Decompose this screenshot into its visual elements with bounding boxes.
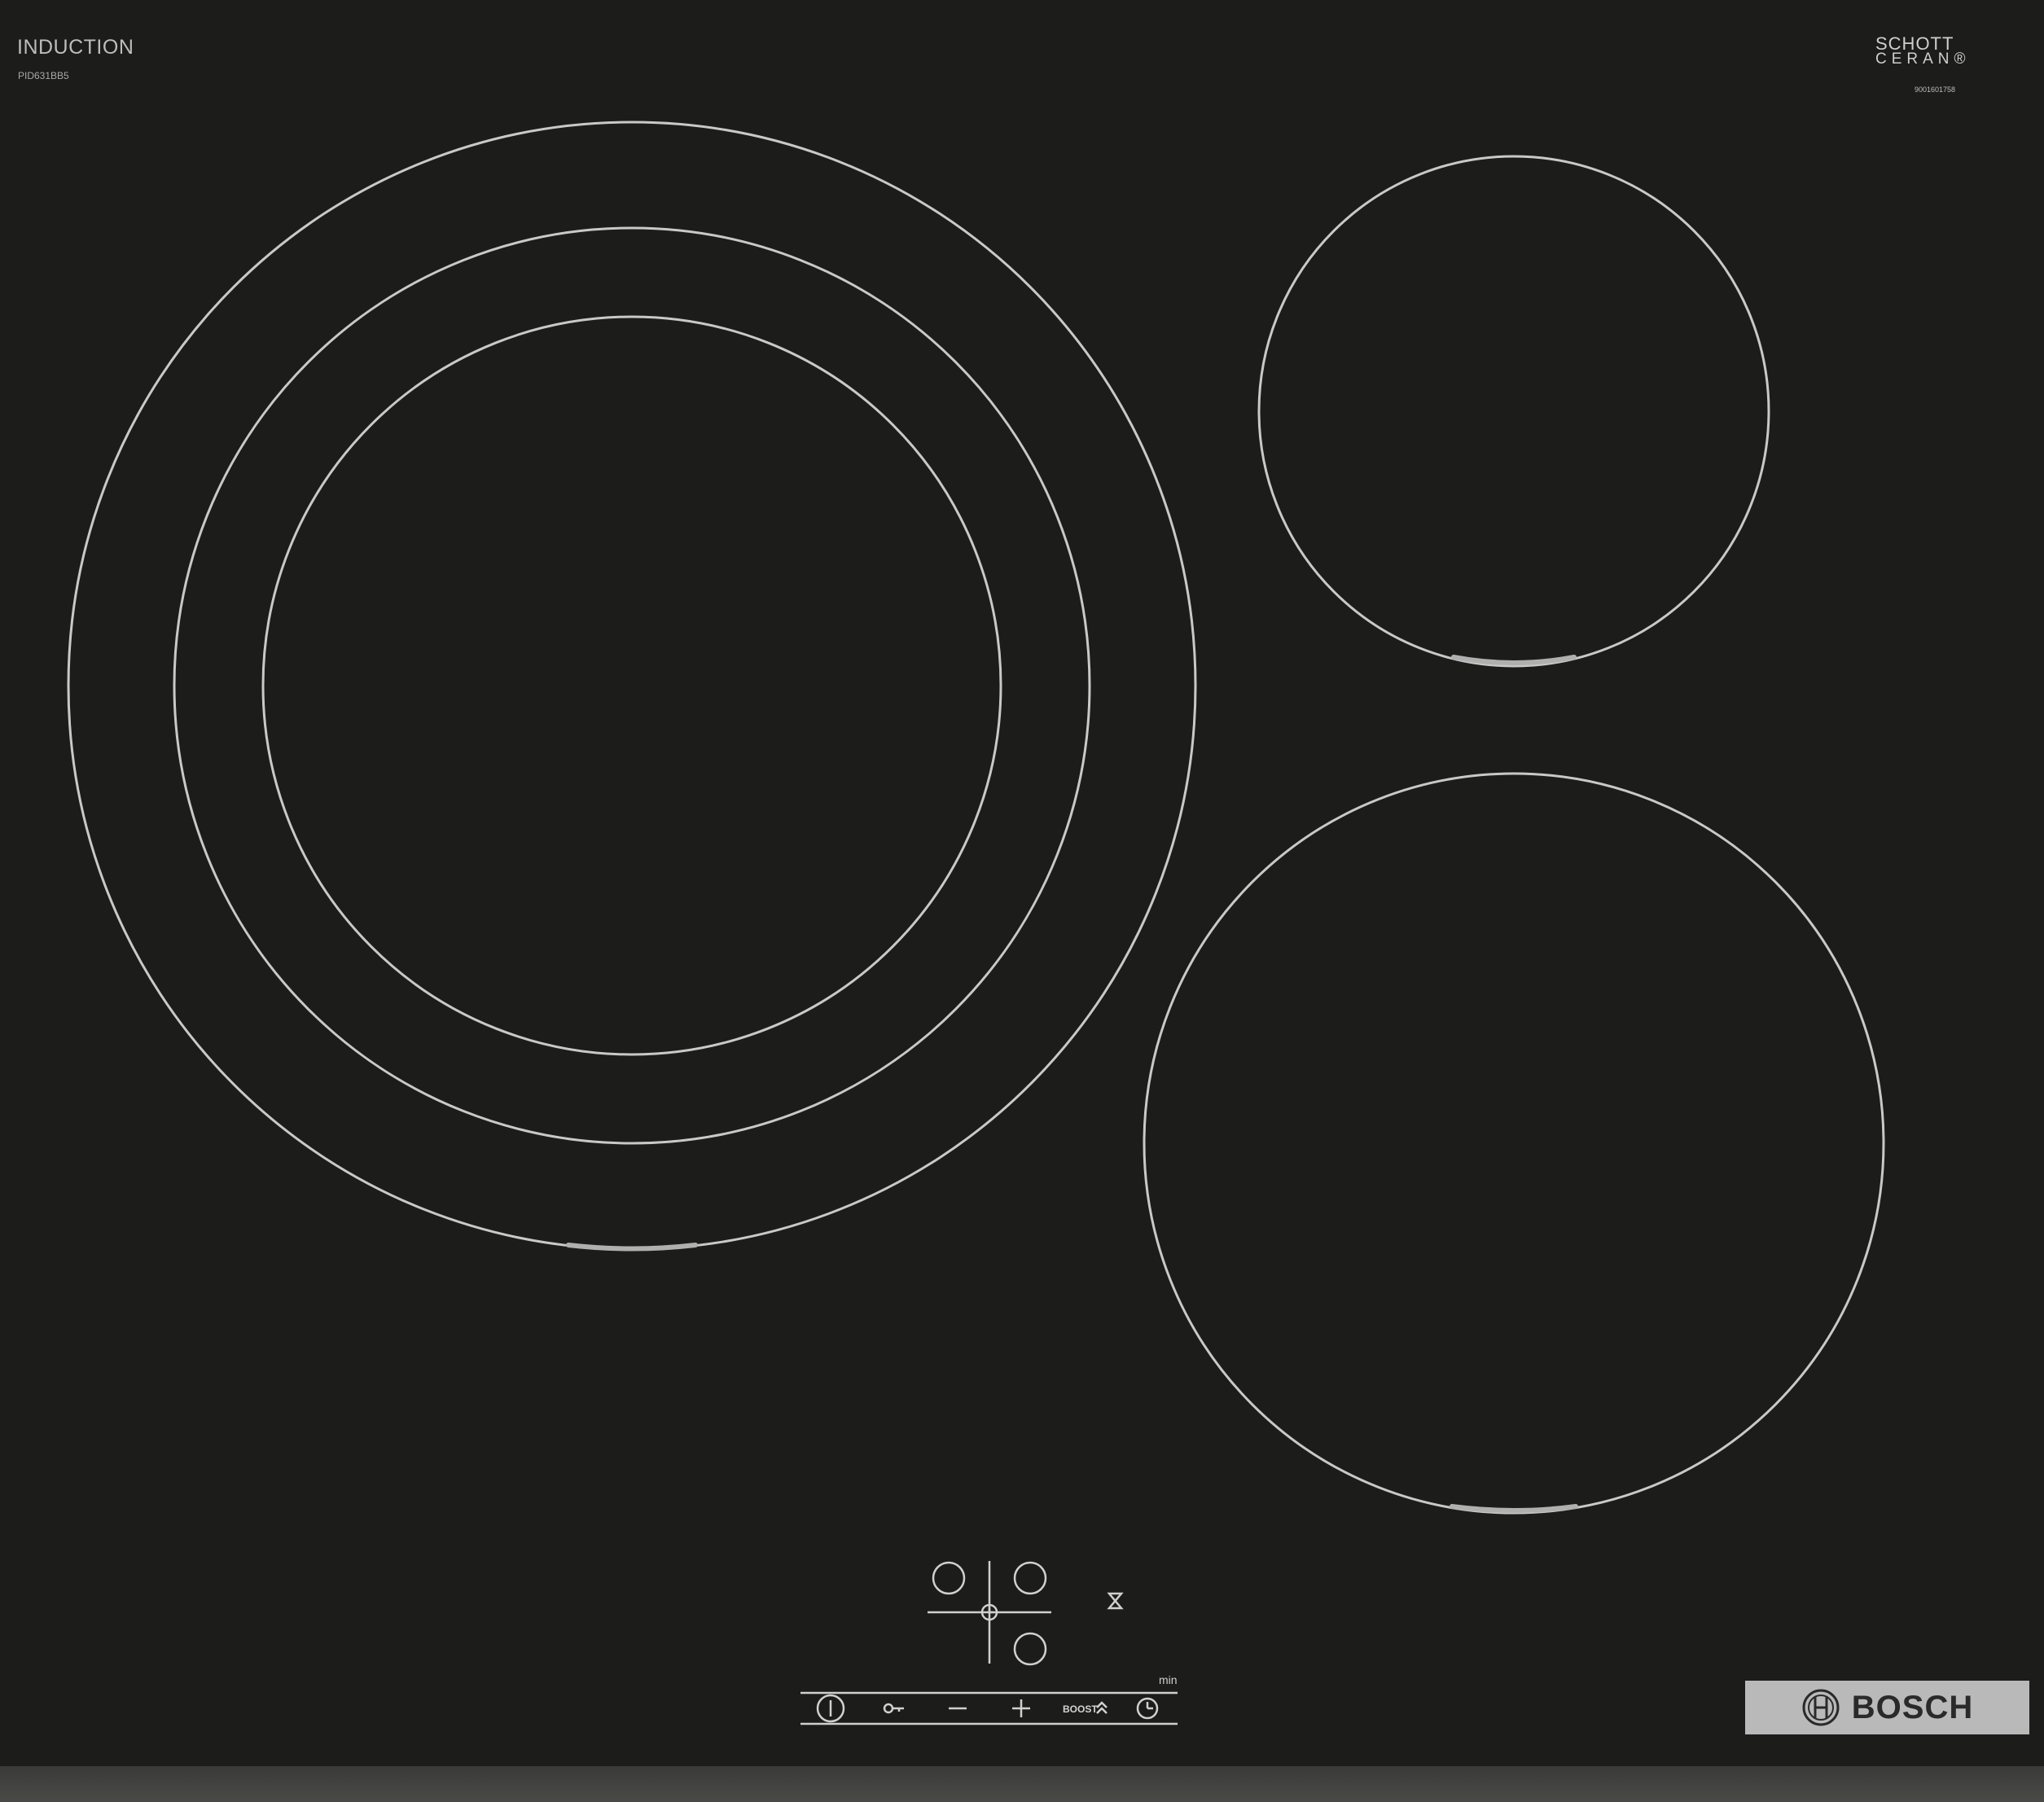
boost-label: BOOST	[1063, 1703, 1098, 1715]
zone-large-outer-ring	[67, 121, 1197, 1251]
zone-medium-indicator	[1450, 1504, 1578, 1513]
plus-button[interactable]	[1012, 1699, 1030, 1717]
zone-select-top-left[interactable]	[932, 1561, 966, 1595]
cooking-zone-small[interactable]	[1257, 155, 1770, 668]
zone-small-ring	[1257, 155, 1770, 668]
boost-button[interactable]: BOOST	[1063, 1701, 1108, 1715]
zone-large-indicator	[566, 1243, 698, 1252]
cooking-zone-medium[interactable]	[1143, 772, 1885, 1515]
timer-button[interactable]	[1136, 1697, 1159, 1720]
zone-select-top-right[interactable]	[1013, 1561, 1047, 1595]
cooktop-surface: BOOST	[67, 121, 1885, 1725]
bosch-brand-badge: BOSCH	[1745, 1681, 2029, 1734]
power-button[interactable]	[816, 1694, 845, 1723]
cooking-zone-large[interactable]	[67, 121, 1197, 1252]
zone-select-bottom-right[interactable]	[1013, 1632, 1047, 1666]
double-chevron-up-icon	[1096, 1701, 1108, 1708]
hourglass-icon	[1107, 1592, 1124, 1610]
cooktop-frame-edge	[0, 1766, 2044, 1802]
zone-selector[interactable]	[928, 1561, 1051, 1666]
timer-unit-label: min	[1159, 1673, 1178, 1686]
bosch-wordmark: BOSCH	[1851, 1689, 1974, 1725]
zone-medium-ring	[1143, 772, 1885, 1515]
control-strip-lines	[800, 1691, 1178, 1725]
bosch-armature-icon	[1802, 1689, 1840, 1726]
key-lock-button[interactable]	[883, 1703, 904, 1714]
zone-small-indicator	[1451, 655, 1577, 665]
zone-large-middle-ring	[173, 226, 1091, 1145]
zone-large-inner-ring	[261, 315, 1002, 1056]
